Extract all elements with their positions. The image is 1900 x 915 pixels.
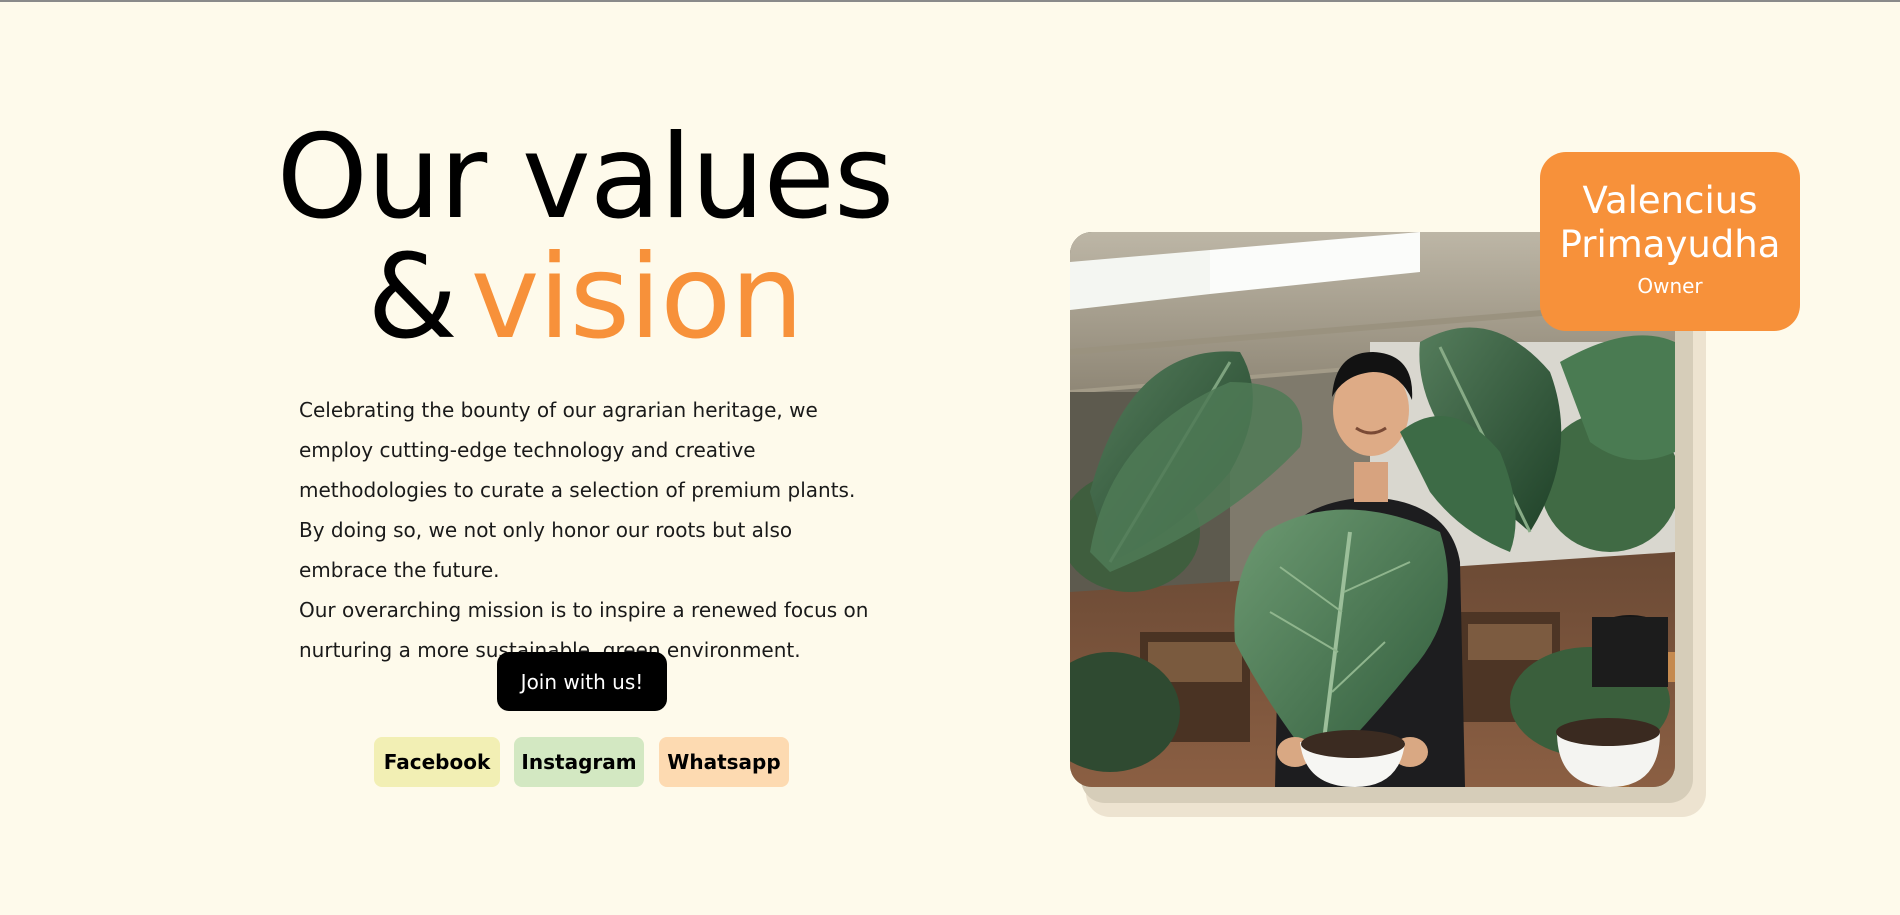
values-paragraph: Celebrating the bounty of our agrarian h… [299, 398, 856, 582]
owner-last-name: Primayudha [1559, 223, 1781, 266]
heading-accent-word: vision [470, 230, 804, 365]
join-button[interactable]: Join with us! [497, 652, 667, 711]
instagram-link[interactable]: Instagram [514, 737, 644, 787]
heading-line-1: Our values [276, 110, 895, 245]
owner-card: Valencius Primayudha Owner [1540, 152, 1800, 331]
whatsapp-link[interactable]: Whatsapp [659, 737, 789, 787]
owner-first-name: Valencius [1582, 179, 1758, 222]
values-description: Celebrating the bounty of our agrarian h… [299, 390, 879, 670]
top-divider [0, 0, 1900, 2]
owner-role: Owner [1637, 274, 1703, 298]
section-heading: Our values & vision [200, 118, 970, 358]
heading-ampersand: & [367, 230, 457, 365]
facebook-link[interactable]: Facebook [374, 737, 500, 787]
